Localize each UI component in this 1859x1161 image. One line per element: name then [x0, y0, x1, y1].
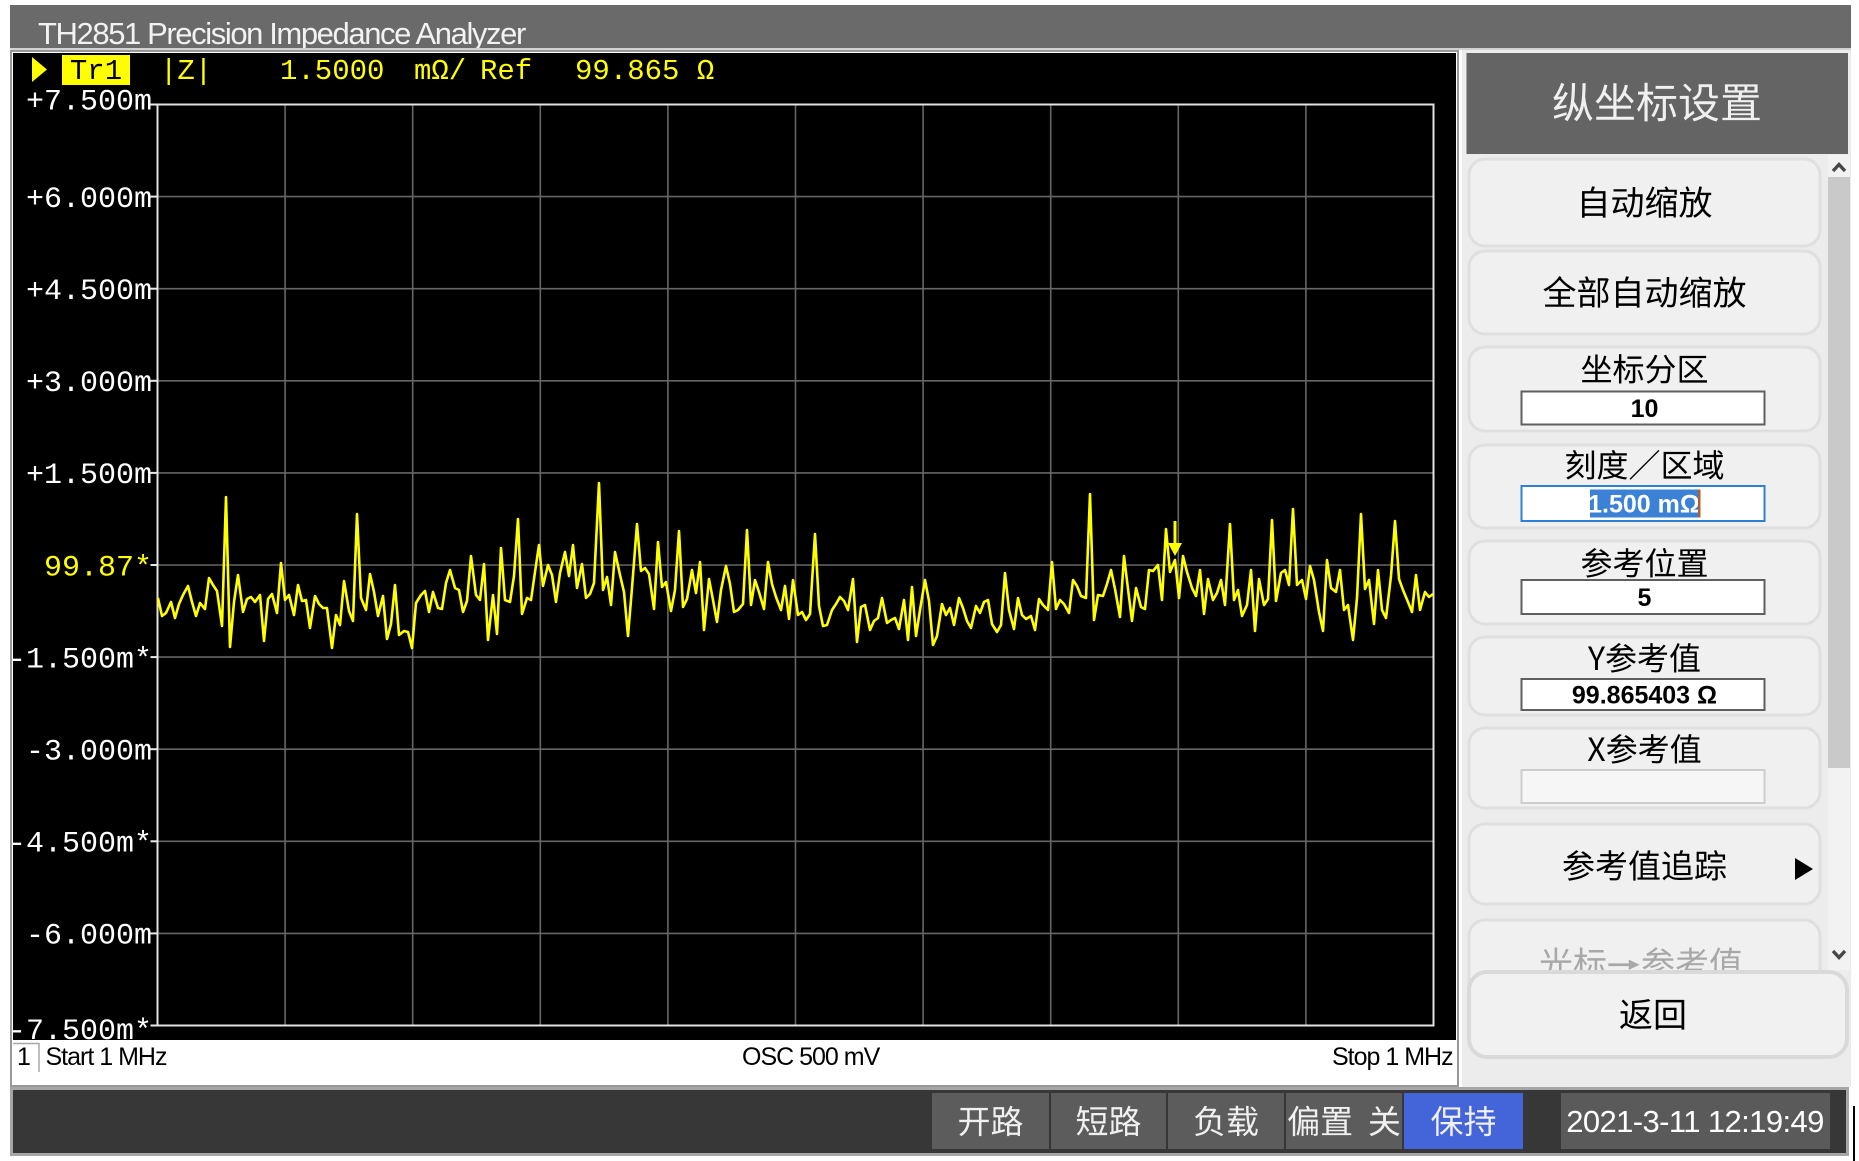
svg-text:Tr1: Tr1 — [70, 55, 122, 88]
svg-text:mΩ/: mΩ/ — [414, 55, 466, 88]
svg-text:+4.500m: +4.500m — [26, 275, 152, 309]
svg-text:99.87*: 99.87* — [44, 551, 152, 585]
svg-text:+3.000m: +3.000m — [26, 367, 152, 401]
svg-text:|Z|: |Z| — [160, 55, 212, 88]
svg-text:1.5000: 1.5000 — [280, 55, 384, 88]
svg-text:-1.500m*: -1.500m* — [8, 643, 152, 677]
svg-text:Stop 1 MHz: Stop 1 MHz — [1332, 1043, 1453, 1071]
svg-text:TH2851 Precision Impedance Ana: TH2851 Precision Impedance Analyzer — [38, 16, 526, 51]
svg-text:-3.000m: -3.000m — [26, 735, 152, 769]
svg-text:10: 10 — [1631, 395, 1659, 423]
svg-text:-4.500m*: -4.500m* — [8, 827, 152, 861]
svg-text:1: 1 — [17, 1043, 31, 1071]
svg-text:Start 1 MHz: Start 1 MHz — [46, 1043, 167, 1071]
svg-text:Ref: Ref — [480, 55, 532, 88]
svg-text:-6.000m: -6.000m — [26, 920, 152, 954]
svg-text:+6.000m: +6.000m — [26, 183, 152, 217]
svg-text:5: 5 — [1638, 584, 1652, 612]
svg-text:99.865 Ω: 99.865 Ω — [575, 55, 714, 88]
svg-text:1.500 mΩ: 1.500 mΩ — [1588, 491, 1700, 519]
svg-text:99.865403 Ω: 99.865403 Ω — [1572, 682, 1717, 710]
svg-text:OSC 500 mV: OSC 500 mV — [742, 1043, 881, 1071]
svg-text:+1.500m: +1.500m — [26, 459, 152, 493]
svg-text:2021-3-11 12:19:49: 2021-3-11 12:19:49 — [1566, 1104, 1824, 1139]
svg-text:+7.500m: +7.500m — [26, 86, 152, 120]
